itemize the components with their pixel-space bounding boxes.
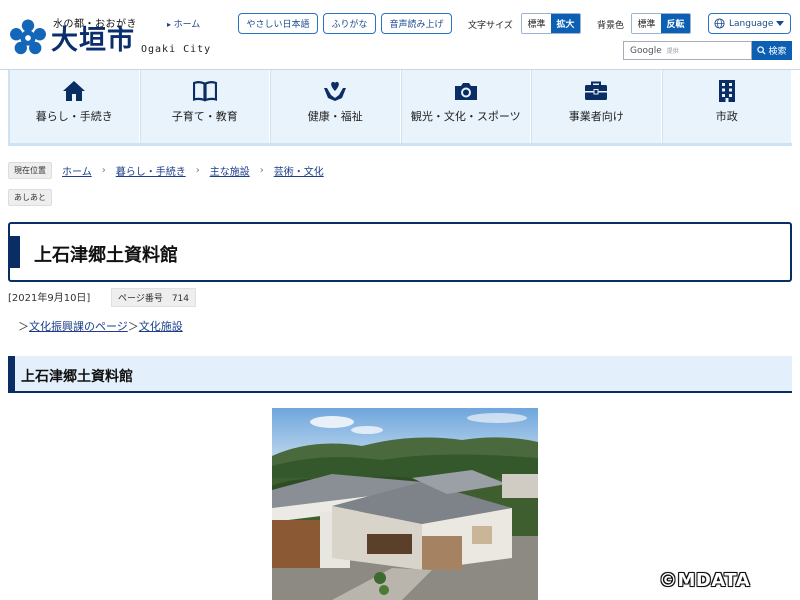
nav-item-business[interactable]: 事業者向け xyxy=(531,70,662,143)
nav-item-tourism[interactable]: 観光・文化・スポーツ xyxy=(400,70,531,143)
breadcrumb-separator-icon: › xyxy=(259,164,264,176)
section-title: 上石津郷土資料館 xyxy=(21,369,133,385)
breadcrumb: 現在位置 ホーム › 暮らし・手続き › 主な施設 › 芸術・文化 xyxy=(8,161,324,179)
link-arrow-icon: ＞ xyxy=(18,320,29,333)
page-title: 上石津郷土資料館 xyxy=(34,245,178,266)
page-number: ページ番号 714 xyxy=(111,288,196,307)
city-name: 大垣市 xyxy=(51,25,135,56)
nav-item-childcare[interactable]: 子育て・教育 xyxy=(139,70,270,143)
furigana-button[interactable]: ふりがな xyxy=(323,13,376,34)
hands-heart-icon xyxy=(324,81,347,101)
global-nav: 暮らし・手続き 子育て・教育 健康・福祉 観光・文化・スポーツ 事業者向け 市政 xyxy=(8,70,792,146)
search-button-label: 検索 xyxy=(768,47,787,57)
page-title-box: 上石津郷土資料館 xyxy=(8,222,792,282)
breadcrumb-arts-link[interactable]: 芸術・文化 xyxy=(274,163,324,178)
nav-label: 子育て・教育 xyxy=(171,110,238,123)
breadcrumb-separator-icon: › xyxy=(101,164,106,176)
font-size-standard-button[interactable]: 標準 xyxy=(522,14,551,33)
city-name-en: Ogaki City xyxy=(141,44,212,55)
museum-photo xyxy=(272,408,538,600)
title-accent-bar xyxy=(10,236,20,268)
font-size-large-button[interactable]: 拡大 xyxy=(551,14,580,33)
nav-label: 健康・福祉 xyxy=(307,110,363,123)
nav-label: 暮らし・手続き xyxy=(35,110,113,123)
search-icon xyxy=(757,46,767,55)
ashiato-button[interactable]: あしあと xyxy=(8,189,52,206)
breadcrumb-facilities-link[interactable]: 主な施設 xyxy=(210,163,250,178)
search-input[interactable]: Google 提供 xyxy=(623,41,752,60)
globe-icon xyxy=(714,18,725,29)
bg-color-invert-button[interactable]: 反転 xyxy=(661,14,690,33)
nav-item-health[interactable]: 健康・福祉 xyxy=(270,70,401,143)
nav-label: 市政 xyxy=(715,110,738,123)
bg-color-toggle: 標準 反転 xyxy=(631,13,691,34)
chevron-down-icon xyxy=(776,21,784,26)
copyright-watermark: ©MDATA xyxy=(659,570,751,591)
header-home-link[interactable]: ホーム xyxy=(167,17,201,30)
site-header: 水の都・おおがき 大垣市 Ogaki City ホーム やさしい日本語 ふりがな… xyxy=(0,0,800,70)
culture-facilities-link[interactable]: 文化施設 xyxy=(139,320,183,333)
bg-color-label: 背景色 xyxy=(597,21,625,31)
nav-label: 事業者向け xyxy=(568,110,624,123)
easy-japanese-button[interactable]: やさしい日本語 xyxy=(238,13,318,34)
breadcrumb-home-link[interactable]: ホーム xyxy=(62,163,92,178)
link-arrow-icon: ＞ xyxy=(127,320,139,333)
camera-icon xyxy=(454,83,477,100)
culture-dept-link[interactable]: 文化振興課のページ xyxy=(29,320,128,333)
breadcrumb-living-link[interactable]: 暮らし・手続き xyxy=(116,163,186,178)
nav-label: 観光・文化・スポーツ xyxy=(410,110,521,123)
font-size-toggle: 標準 拡大 xyxy=(521,13,581,34)
search-brand-note: 提供 xyxy=(666,48,679,55)
nav-item-city-admin[interactable]: 市政 xyxy=(661,70,792,143)
read-aloud-button[interactable]: 音声読み上げ xyxy=(381,13,452,34)
update-date: [2021年9月10日] xyxy=(8,293,91,304)
briefcase-icon xyxy=(585,81,608,100)
breadcrumb-separator-icon: › xyxy=(195,164,200,176)
museum-building-illustration xyxy=(272,408,538,600)
house-icon xyxy=(63,81,86,101)
bg-color-standard-button[interactable]: 標準 xyxy=(632,14,661,33)
book-icon xyxy=(192,81,217,102)
section-accent-bar xyxy=(8,356,15,391)
section-heading: 上石津郷土資料館 xyxy=(8,356,792,393)
building-icon xyxy=(718,80,735,102)
search-button[interactable]: 検索 xyxy=(752,41,792,60)
font-size-label: 文字サイズ xyxy=(468,21,513,31)
language-select[interactable]: Language xyxy=(708,13,791,34)
search-brand-text: Google xyxy=(630,45,662,56)
language-label: Language xyxy=(729,18,774,29)
breadcrumb-label: 現在位置 xyxy=(8,161,52,179)
city-emblem-icon xyxy=(10,19,46,55)
related-links: ＞文化振興課のページ＞文化施設 xyxy=(18,318,183,334)
nav-item-living[interactable]: 暮らし・手続き xyxy=(9,70,140,143)
